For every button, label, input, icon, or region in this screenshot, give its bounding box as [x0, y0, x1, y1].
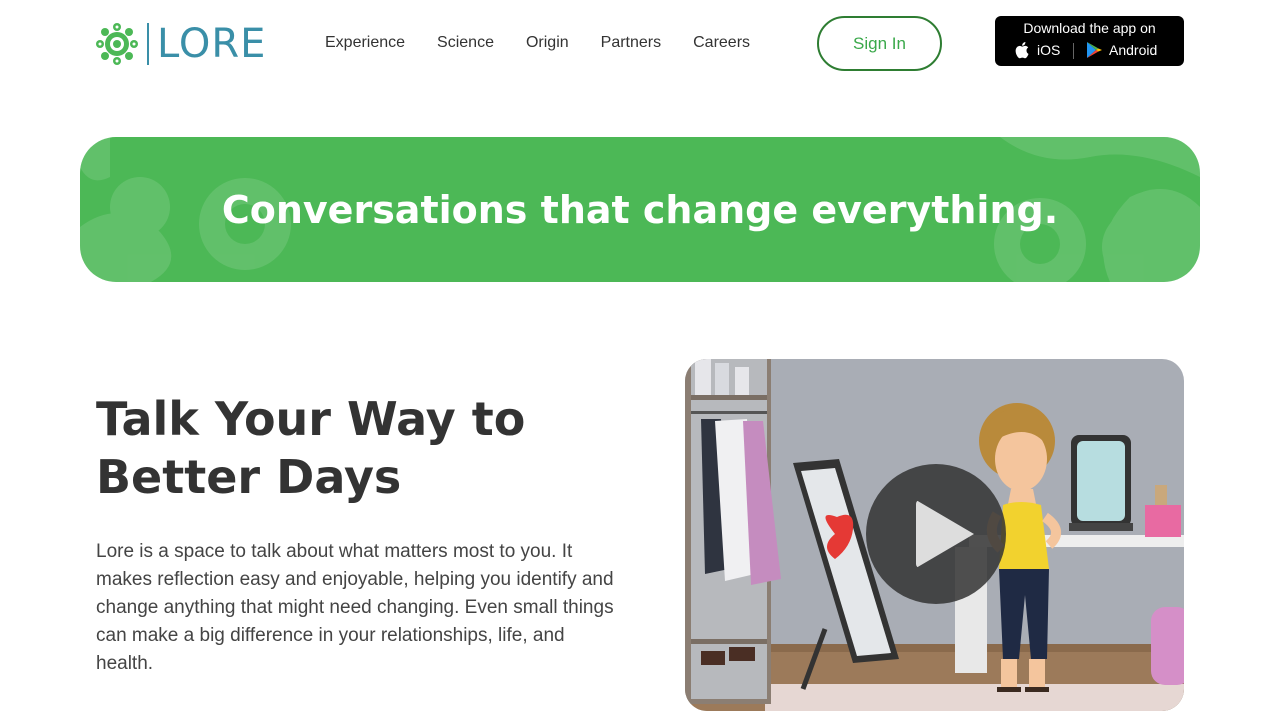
ios-label: iOS: [1037, 42, 1061, 58]
hero-title-line1: Talk Your Way to: [96, 392, 526, 446]
download-app-badge[interactable]: Download the app on iOS Android: [995, 16, 1184, 66]
nav-item-experience[interactable]: Experience: [325, 33, 405, 53]
android-download-link[interactable]: Android: [1085, 41, 1157, 59]
nav-item-careers[interactable]: Careers: [693, 33, 750, 53]
hero-description: Lore is a space to talk about what matte…: [96, 541, 614, 674]
nav-item-partners[interactable]: Partners: [601, 33, 661, 53]
site-header: LORE Experience Science Origin Partners …: [0, 0, 1280, 88]
download-divider: [1073, 43, 1074, 59]
nav-item-science[interactable]: Science: [437, 33, 494, 53]
nav-item-origin[interactable]: Origin: [526, 33, 569, 53]
hero-title: Talk Your Way to Better Days: [96, 390, 656, 506]
lore-flower-icon: [96, 23, 138, 65]
logo-divider: [147, 23, 149, 65]
logo-text: LORE: [157, 21, 267, 67]
intro-video[interactable]: [685, 359, 1184, 711]
sign-in-button[interactable]: Sign In: [817, 16, 942, 71]
google-play-icon: [1087, 42, 1102, 58]
apple-icon: [1015, 42, 1029, 59]
main-nav: Experience Science Origin Partners Caree…: [325, 33, 782, 53]
banner-headline: Conversations that change everything.: [221, 187, 1059, 232]
hero-title-line2: Better Days: [96, 450, 402, 504]
logo[interactable]: LORE: [95, 22, 266, 66]
ios-download-link[interactable]: iOS: [1015, 41, 1060, 59]
download-title: Download the app on: [1023, 20, 1156, 36]
play-icon[interactable]: [866, 464, 1006, 604]
tagline-banner: Conversations that change everything.: [80, 137, 1200, 282]
android-label: Android: [1109, 42, 1158, 58]
